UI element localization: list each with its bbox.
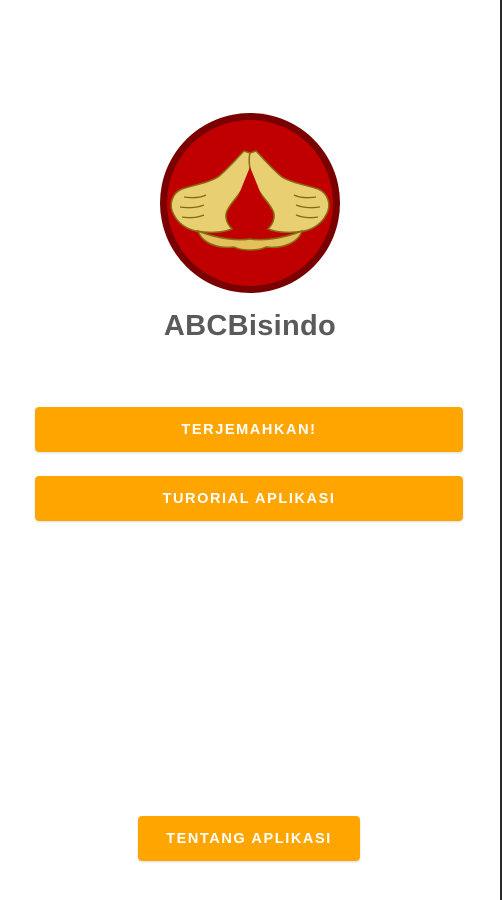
translate-button[interactable]: TERJEMAHKAN! [35, 407, 463, 452]
tutorial-button-label: TURORIAL APLIKASI [162, 490, 336, 507]
tutorial-button[interactable]: TURORIAL APLIKASI [35, 476, 463, 521]
app-title: ABCBisindo [163, 310, 337, 342]
about-app-button-label: TENTANG APLIKASI [166, 830, 332, 847]
home-screen: ABCBisindo TERJEMAHKAN! TURORIAL APLIKAS… [0, 0, 504, 900]
about-app-button[interactable]: TENTANG APLIKASI [138, 816, 360, 861]
translate-button-label: TERJEMAHKAN! [181, 421, 317, 438]
window-edge-divider [500, 0, 502, 900]
sign-language-hands-logo-icon [158, 111, 342, 295]
